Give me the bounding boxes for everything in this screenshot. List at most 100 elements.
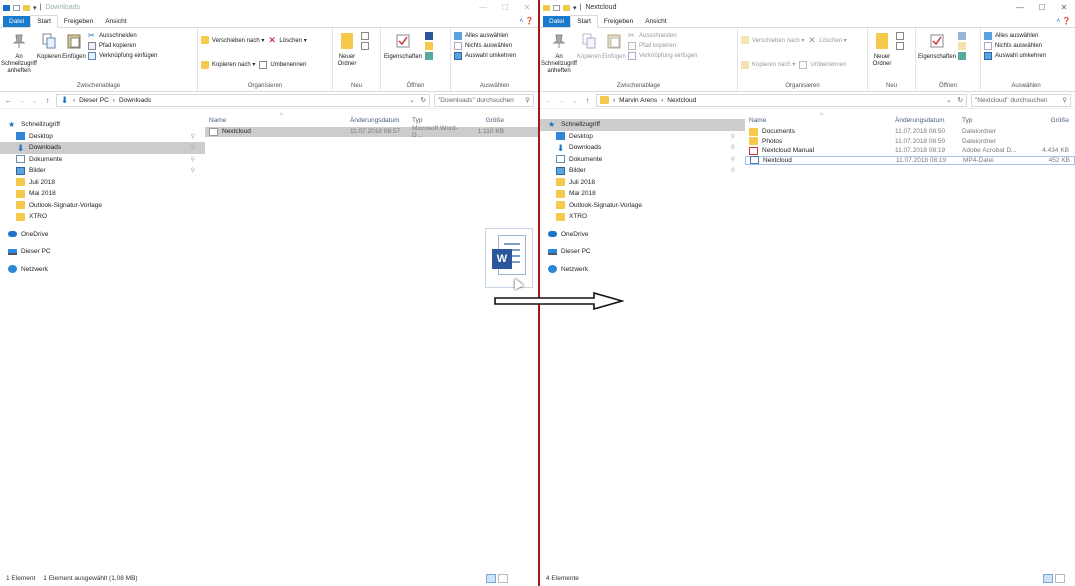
details-view-icon[interactable]	[1043, 573, 1053, 583]
delete-button[interactable]: ✕ Löschen ▾	[808, 36, 846, 45]
nav-folder-juli[interactable]: Juli 2018	[540, 177, 745, 189]
history-icon[interactable]	[958, 52, 966, 60]
column-size[interactable]: Größe	[464, 117, 504, 124]
paste-shortcut-button[interactable]: Verknüpfung einfügen	[88, 52, 157, 60]
nav-network[interactable]: Netzwerk	[0, 264, 205, 276]
pin-icon[interactable]: ⚲	[731, 167, 735, 174]
nav-desktop[interactable]: Desktop ⚲	[540, 131, 745, 143]
forward-icon[interactable]: →	[17, 96, 26, 105]
close-button[interactable]: ✕	[516, 3, 538, 12]
breadcrumb-this-pc[interactable]: Dieser PC	[79, 97, 109, 104]
close-button[interactable]: ✕	[1053, 3, 1075, 12]
nav-folder-xtro[interactable]: XTRO	[540, 211, 745, 223]
file-row[interactable]: Nextcloud 11.07.2018 08:57 Microsoft Wor…	[205, 125, 538, 139]
easy-access-icon[interactable]	[896, 42, 904, 50]
file-row[interactable]: Photos 11.07.2018 08:50 Dateiordner	[745, 137, 1075, 147]
pin-icon[interactable]: ⚲	[731, 156, 735, 163]
pin-icon[interactable]: ⚲	[191, 144, 195, 151]
properties-icon[interactable]	[13, 4, 20, 11]
tab-view[interactable]: Ansicht	[99, 16, 132, 27]
move-to-button[interactable]: Verschieben nach ▾	[741, 36, 804, 44]
new-folder-icon[interactable]	[563, 4, 570, 11]
nav-folder-xtro[interactable]: XTRO	[0, 211, 205, 223]
nav-downloads[interactable]: ⬇ Downloads ⚲	[0, 142, 205, 154]
nav-folder-outlook[interactable]: Outlook-Signatur-Vorlage	[0, 200, 205, 212]
minimize-button[interactable]: —	[1009, 3, 1031, 12]
address-dropdown-icon[interactable]: ⌄	[946, 96, 951, 104]
tab-file[interactable]: Datei	[3, 16, 31, 27]
nav-folder-mai[interactable]: Mai 2018	[540, 188, 745, 200]
breadcrumb-downloads[interactable]: Downloads	[119, 97, 151, 104]
help-icon[interactable]: ˄ ❓	[519, 17, 534, 25]
nav-this-pc[interactable]: Dieser PC	[540, 246, 745, 258]
help-icon[interactable]: ˄ ❓	[1056, 17, 1071, 25]
tab-start[interactable]: Start	[570, 15, 598, 28]
maximize-button[interactable]: ☐	[494, 3, 516, 12]
edit-icon[interactable]	[425, 42, 433, 50]
open-icon[interactable]	[958, 32, 966, 40]
pin-icon[interactable]: ⚲	[731, 144, 735, 151]
copy-path-button[interactable]: Pfad kopieren	[88, 42, 157, 50]
forward-icon[interactable]: →	[557, 96, 566, 105]
breadcrumb-nextcloud[interactable]: Nextcloud	[667, 97, 696, 104]
recent-chevron-icon[interactable]: ⌄	[30, 96, 39, 105]
paste-shortcut-button[interactable]: Verknüpfung einfügen	[628, 52, 697, 60]
delete-button[interactable]: ✕ Löschen ▾	[268, 36, 306, 45]
pin-quick-access-button[interactable]: An Schnellzugriff anheften	[541, 30, 577, 75]
maximize-button[interactable]: ☐	[1031, 3, 1053, 12]
select-all-button[interactable]: Alles auswählen	[984, 32, 1046, 40]
column-type[interactable]: Typ	[962, 117, 1019, 124]
file-row[interactable]: Documents 11.07.2018 08:50 Dateiordner	[745, 127, 1075, 137]
pin-quick-access-button[interactable]: An Schnellzugriff anheften	[1, 30, 37, 75]
nav-folder-juli[interactable]: Juli 2018	[0, 177, 205, 189]
column-type[interactable]: Typ	[412, 117, 464, 124]
column-size[interactable]: Größe	[1019, 117, 1069, 124]
file-row[interactable]: Nextcloud Manual 11.07.2018 08:19 Adobe …	[745, 146, 1075, 156]
copy-to-button[interactable]: Kopieren nach ▾	[201, 60, 255, 69]
nav-pictures[interactable]: Bilder ⚲	[540, 165, 745, 177]
invert-selection-button[interactable]: Auswahl umkehren	[454, 52, 516, 60]
recent-chevron-icon[interactable]: ⌄	[570, 96, 579, 105]
new-item-icon[interactable]	[896, 32, 904, 40]
nav-folder-outlook[interactable]: Outlook-Signatur-Vorlage	[540, 200, 745, 212]
tab-file[interactable]: Datei	[543, 16, 571, 27]
properties-button[interactable]: Eigenschaften	[918, 30, 956, 61]
pin-icon[interactable]: ⚲	[191, 156, 195, 163]
copy-to-button[interactable]: Kopieren nach ▾	[741, 60, 795, 69]
copy-button[interactable]: Kopieren	[37, 30, 61, 61]
move-to-button[interactable]: Verschieben nach ▾	[201, 36, 264, 44]
back-icon[interactable]: ←	[544, 96, 553, 105]
nav-onedrive[interactable]: OneDrive	[540, 229, 745, 241]
refresh-icon[interactable]: ↻	[958, 96, 963, 104]
nav-downloads[interactable]: ⬇ Downloads ⚲	[540, 142, 745, 154]
column-name[interactable]: Name	[205, 117, 350, 124]
up-icon[interactable]: ↑	[583, 96, 592, 105]
address-field[interactable]: ⬇ › Dieser PC › Downloads ⌄ ↻	[56, 93, 430, 107]
nav-desktop[interactable]: Desktop ⚲	[0, 131, 205, 143]
nav-documents[interactable]: Dokumente ⚲	[0, 154, 205, 166]
select-none-button[interactable]: Nichts auswählen	[984, 42, 1046, 50]
refresh-icon[interactable]: ↻	[421, 96, 426, 104]
edit-icon[interactable]	[958, 42, 966, 50]
pin-icon[interactable]: ⚲	[191, 133, 195, 140]
nav-documents[interactable]: Dokumente ⚲	[540, 154, 745, 166]
up-icon[interactable]: ↑	[43, 96, 52, 105]
invert-selection-button[interactable]: Auswahl umkehren	[984, 52, 1046, 60]
new-item-icon[interactable]	[361, 32, 369, 40]
history-icon[interactable]	[425, 52, 433, 60]
nav-pictures[interactable]: Bilder ⚲	[0, 165, 205, 177]
easy-access-icon[interactable]	[361, 42, 369, 50]
tab-share[interactable]: Freigeben	[58, 16, 99, 27]
pin-icon[interactable]: ⚲	[191, 167, 195, 174]
new-folder-button[interactable]: Neuer Ordner	[871, 30, 893, 68]
large-icons-view-icon[interactable]	[1055, 573, 1065, 583]
column-date[interactable]: Änderungsdatum	[350, 117, 412, 124]
tab-view[interactable]: Ansicht	[639, 16, 672, 27]
tab-share[interactable]: Freigeben	[598, 16, 639, 27]
paste-button[interactable]: Einfügen	[62, 30, 86, 61]
nav-quick-access[interactable]: ★ Schnellzugriff	[540, 119, 745, 131]
open-icon[interactable]	[425, 32, 433, 40]
select-none-button[interactable]: Nichts auswählen	[454, 42, 516, 50]
copy-button[interactable]: Kopieren	[577, 30, 601, 61]
chevron-down-icon[interactable]: ▾	[33, 4, 37, 12]
